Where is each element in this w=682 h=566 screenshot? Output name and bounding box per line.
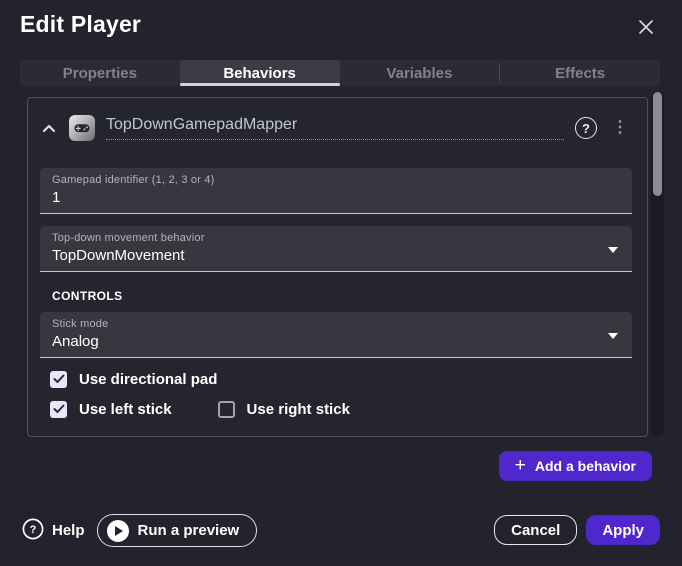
gamepad-identifier-value[interactable]: 1 [52,189,620,206]
movement-behavior-label: Top-down movement behavior [52,232,620,244]
cancel-button[interactable]: Cancel [494,515,577,545]
behavior-header: TopDownGamepadMapper ? ⋮ [40,113,632,143]
plus-icon: + [515,456,526,475]
tab-effects-label: Effects [555,65,605,82]
run-preview-label: Run a preview [138,522,240,539]
cancel-label: Cancel [511,522,560,539]
use-left-stick-label[interactable]: Use left stick [79,401,172,418]
movement-behavior-value: TopDownMovement [52,247,620,264]
apply-button[interactable]: Apply [586,515,660,545]
collapse-behavior-button[interactable] [40,119,58,138]
checkbox-row: Use directional pad [50,371,632,388]
use-directional-pad-label[interactable]: Use directional pad [79,371,217,388]
behavior-name-input[interactable]: TopDownGamepadMapper [106,116,564,140]
behavior-menu-button[interactable]: ⋮ [608,118,632,138]
movement-behavior-select[interactable]: Top-down movement behavior TopDownMoveme… [40,226,632,272]
use-left-stick-checkbox[interactable] [50,401,67,418]
stick-mode-label: Stick mode [52,318,620,330]
gamepad-icon [69,115,95,141]
tab-behaviors-label: Behaviors [223,65,296,82]
footer-left: ? Help Run a preview [22,514,257,547]
gamepad-identifier-field[interactable]: Gamepad identifier (1, 2, 3 or 4) 1 [40,168,632,214]
play-icon [107,520,129,542]
tab-variables[interactable]: Variables [340,60,500,86]
scrollbar-thumb[interactable] [653,92,662,196]
kebab-menu-icon: ⋮ [612,119,628,136]
close-button[interactable] [634,16,658,40]
help-button[interactable]: ? Help [22,518,85,544]
tab-properties[interactable]: Properties [20,60,180,86]
chevron-down-icon [608,333,618,339]
apply-label: Apply [602,522,644,539]
help-icon: ? [22,518,44,544]
close-icon [637,18,655,39]
tab-effects[interactable]: Effects [500,60,660,86]
stick-mode-value: Analog [52,333,620,350]
tab-variables-label: Variables [386,65,452,82]
use-directional-pad-checkbox[interactable] [50,371,67,388]
add-behavior-label: Add a behavior [535,458,636,474]
controls-section-label: CONTROLS [52,289,632,303]
tab-behaviors[interactable]: Behaviors [180,60,340,86]
stick-mode-select[interactable]: Stick mode Analog [40,312,632,358]
run-preview-button[interactable]: Run a preview [97,514,258,547]
checkmark-icon [53,371,65,389]
use-right-stick-label[interactable]: Use right stick [247,401,350,418]
behavior-help-button[interactable]: ? [575,117,597,139]
tab-bar: Properties Behaviors Variables Effects [20,60,660,86]
behaviors-panel: TopDownGamepadMapper ? ⋮ Gamepad identif… [27,97,648,437]
tab-properties-label: Properties [63,65,137,82]
chevron-down-icon [608,247,618,253]
page-title: Edit Player [20,11,141,38]
use-right-stick-checkbox[interactable] [218,401,235,418]
add-behavior-button[interactable]: + Add a behavior [499,451,652,481]
edit-player-dialog: { "dialog": { "title": "Edit Player" }, … [0,0,682,566]
svg-text:?: ? [30,524,37,536]
question-mark-icon: ? [582,121,590,136]
footer-right: Cancel Apply [494,515,660,545]
help-label: Help [52,522,85,539]
checkbox-row: Use left stick Use right stick [50,401,632,418]
chevron-up-icon [42,121,56,136]
gamepad-identifier-label: Gamepad identifier (1, 2, 3 or 4) [52,174,620,186]
checkmark-icon [53,401,65,419]
